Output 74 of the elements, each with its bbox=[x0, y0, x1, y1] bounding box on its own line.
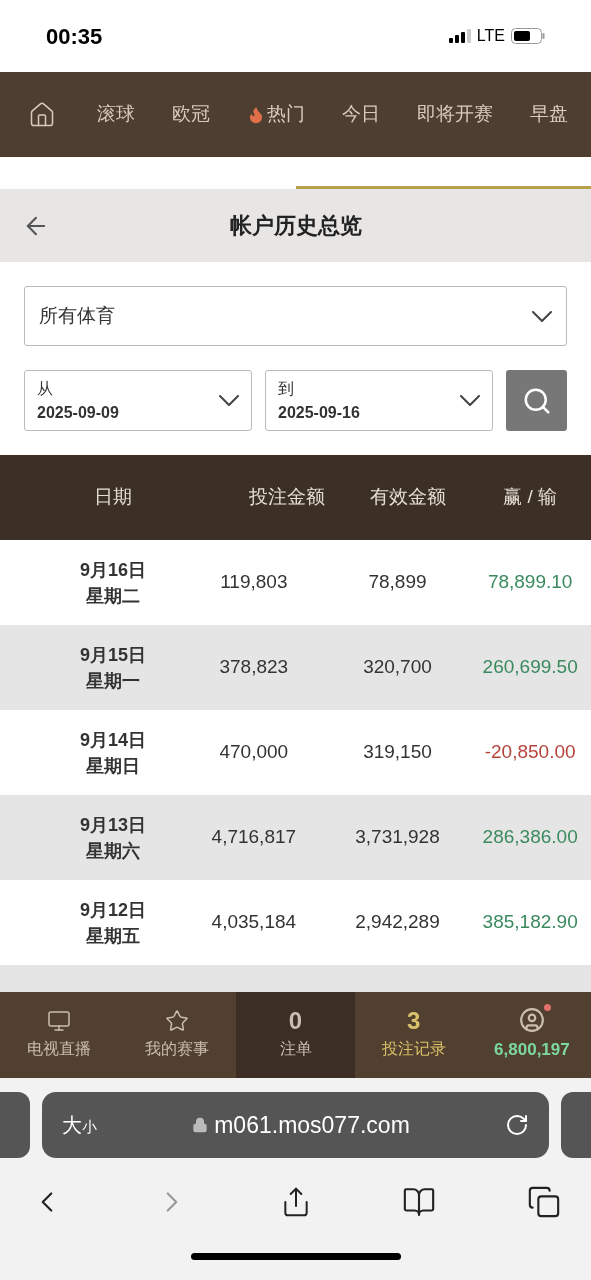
table-cell-text: 319,150 bbox=[362, 740, 433, 765]
text-size-button[interactable]: 大小 bbox=[62, 1110, 97, 1140]
tab-label: 注单 bbox=[279, 1039, 312, 1059]
tab-bar-item[interactable]: 我的赛事 bbox=[118, 992, 237, 1078]
signal-icon bbox=[448, 29, 471, 43]
battery-icon bbox=[511, 28, 545, 44]
date-dropdown[interactable]: 从 2025-09-09 bbox=[24, 370, 252, 431]
tab-bar-item[interactable]: 3 投注记录 bbox=[354, 992, 473, 1078]
count-text: 3 bbox=[407, 1009, 421, 1033]
table-cell-text: 4,035,184 bbox=[210, 910, 298, 935]
clock-text: 00:35 bbox=[46, 22, 103, 51]
column-header: 投注金额 bbox=[247, 485, 326, 510]
table-cell-text: 470,000 bbox=[218, 740, 290, 765]
lock-icon bbox=[192, 1117, 209, 1133]
nav-tab[interactable]: 今日 bbox=[342, 100, 380, 129]
nav-tab[interactable]: 欧冠 bbox=[172, 100, 210, 129]
date-text: 9月16日 bbox=[79, 558, 146, 582]
home-icon[interactable] bbox=[28, 100, 56, 129]
address-bar[interactable]: 大小 m061.mos077.com bbox=[42, 1092, 549, 1158]
tab-label: 投注记录 bbox=[381, 1039, 446, 1059]
nav-tab[interactable]: 即将开赛 bbox=[417, 100, 493, 129]
nav-tab[interactable]: 早盘 bbox=[530, 100, 568, 129]
table-cell-text: 78,899.10 bbox=[486, 570, 574, 595]
page-title: 帐户历史总览 bbox=[229, 212, 362, 240]
weekday-text: 星期一 bbox=[86, 669, 140, 693]
table-cell-text: 385,182.90 bbox=[481, 910, 579, 935]
weekday-text: 星期五 bbox=[86, 924, 140, 948]
table-cell-text: 119,803 bbox=[219, 570, 289, 595]
search-button[interactable] bbox=[506, 370, 567, 431]
weekday-text: 星期日 bbox=[86, 754, 140, 778]
count-text: 0 bbox=[288, 1009, 303, 1033]
tab-preview[interactable] bbox=[561, 1092, 591, 1158]
tv-icon bbox=[47, 1009, 72, 1033]
date-text: 9月12日 bbox=[79, 898, 146, 922]
reload-icon[interactable] bbox=[505, 1113, 529, 1137]
table-cell-text: 286,386.00 bbox=[481, 825, 579, 850]
weekday-text: 星期六 bbox=[86, 839, 140, 863]
date-value: 2025-09-16 bbox=[278, 402, 360, 423]
table-cell-text: 378,823 bbox=[218, 655, 290, 680]
table-cell-text: 78,899 bbox=[367, 570, 428, 595]
column-header: 赢 / 输 bbox=[502, 485, 559, 510]
account-button[interactable]: 6,800,197 bbox=[472, 992, 591, 1078]
table-cell-text: 3,731,928 bbox=[354, 825, 441, 850]
date-text: 9月13日 bbox=[79, 813, 146, 837]
tab-preview[interactable] bbox=[0, 1092, 30, 1158]
date-value: 2025-09-09 bbox=[37, 402, 119, 423]
date-text: 9月15日 bbox=[79, 643, 146, 667]
date-dropdown[interactable]: 到 2025-09-16 bbox=[265, 370, 493, 431]
tabs-icon[interactable] bbox=[527, 1185, 561, 1219]
star-icon bbox=[165, 1009, 190, 1033]
sport-dropdown[interactable]: 所有体育 bbox=[24, 286, 567, 346]
chevron-down-icon bbox=[219, 395, 239, 406]
chevron-down-icon bbox=[460, 395, 480, 406]
weekday-text: 星期二 bbox=[86, 584, 140, 608]
nav-tab[interactable]: 热门 bbox=[247, 100, 305, 129]
chevron-down-icon bbox=[532, 310, 552, 322]
nav-tab[interactable]: 滚球 bbox=[97, 100, 135, 129]
table-cell-text: 260,699.50 bbox=[481, 655, 579, 680]
tab-bar-item[interactable]: 电视直播 bbox=[0, 992, 119, 1078]
column-header: 有效金额 bbox=[369, 485, 448, 510]
url-text: m061.mos077.com bbox=[214, 1110, 410, 1140]
flame-icon bbox=[247, 105, 265, 124]
bookmarks-icon[interactable] bbox=[402, 1185, 437, 1219]
field-label: 从 bbox=[37, 378, 54, 399]
network-text: LTE bbox=[476, 26, 505, 46]
table-cell-text: 320,700 bbox=[362, 655, 433, 680]
table-cell-text: 2,942,289 bbox=[354, 910, 441, 935]
avatar-icon bbox=[518, 1007, 545, 1034]
date-text: 9月14日 bbox=[79, 728, 146, 752]
tab-bar-item[interactable]: 0 注单 bbox=[236, 992, 355, 1078]
table-cell-text: 4,716,817 bbox=[210, 825, 298, 850]
column-header: 日期 bbox=[93, 485, 133, 510]
field-label: 到 bbox=[278, 378, 295, 399]
table-cell-text: -20,850.00 bbox=[483, 740, 577, 765]
